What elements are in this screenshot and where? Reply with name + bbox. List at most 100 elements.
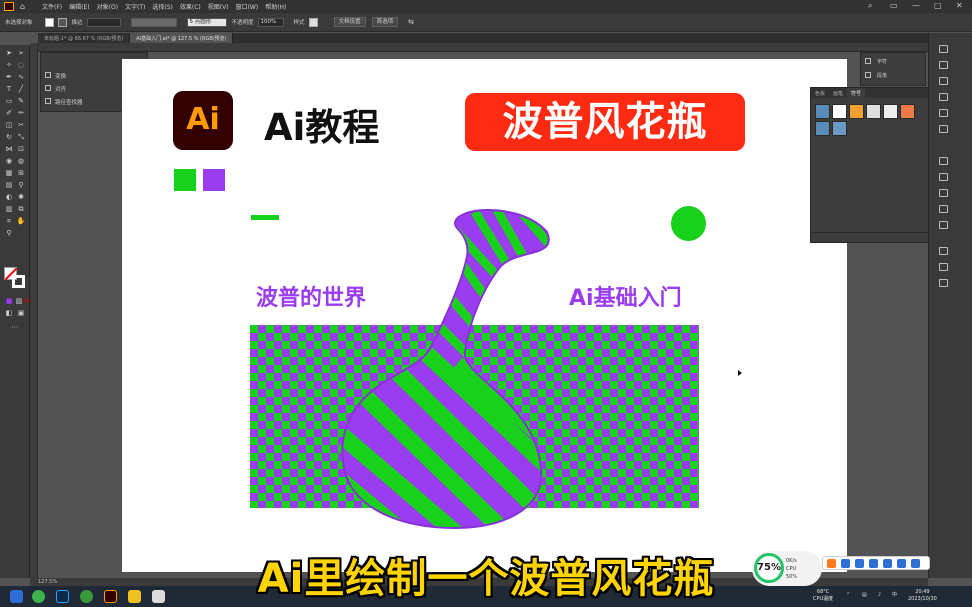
selection-tool-icon[interactable]: ➤: [4, 49, 14, 58]
menu-object[interactable]: 对象(O): [97, 2, 118, 11]
brush-definition-field[interactable]: 5 点圆形: [186, 17, 227, 27]
layout-icon[interactable]: ▭: [890, 1, 898, 10]
arrange-icon[interactable]: ⇆: [408, 18, 414, 26]
eyedropper-tool-icon[interactable]: ⚲: [16, 181, 26, 190]
panel-item-pathfinder[interactable]: 路径查找器: [55, 98, 83, 106]
symbol-thumbnail[interactable]: [815, 121, 830, 136]
properties-icon[interactable]: [939, 45, 948, 53]
scale-tool-icon[interactable]: ⤡: [16, 133, 26, 142]
graph-tool-icon[interactable]: ▥: [4, 205, 14, 214]
close-icon[interactable]: ✕: [956, 1, 963, 10]
document-setup-button[interactable]: 文档设置: [333, 17, 366, 27]
symbol-sprayer-tool-icon[interactable]: ✺: [16, 193, 26, 202]
none-mode-icon[interactable]: ⊘: [24, 297, 30, 306]
layers-icon[interactable]: [939, 61, 948, 69]
stroke-swatch[interactable]: [57, 17, 67, 27]
stroke-color-icon[interactable]: [12, 275, 25, 288]
gradient-tool-icon[interactable]: ▤: [4, 181, 14, 190]
layers-panel-icon[interactable]: [939, 247, 948, 255]
brushes-icon[interactable]: [939, 125, 948, 133]
transparency-icon[interactable]: [939, 189, 948, 197]
menu-view[interactable]: 视图(V): [208, 2, 229, 11]
scissors-tool-icon[interactable]: ✂: [16, 121, 26, 130]
menu-select[interactable]: 选择(S): [152, 2, 173, 11]
mesh-tool-icon[interactable]: ⊞: [16, 169, 26, 178]
pen-tool-icon[interactable]: ✒: [4, 73, 14, 82]
symbol-thumbnail[interactable]: [883, 104, 898, 119]
menu-type[interactable]: 文字(T): [125, 2, 145, 11]
search-icon[interactable]: ⌕: [868, 1, 872, 11]
symbol-thumbnail[interactable]: [832, 104, 847, 119]
gradient-mode-icon[interactable]: ▨: [14, 297, 24, 306]
screen-mode-icon[interactable]: ▣: [16, 309, 26, 318]
symbol-thumbnail[interactable]: [849, 104, 864, 119]
eraser-tool-icon[interactable]: ◫: [4, 121, 14, 130]
graphic-style-swatch[interactable]: [308, 17, 318, 27]
draw-mode-icon[interactable]: ◧: [4, 309, 14, 318]
panel-item-character[interactable]: 字符: [877, 58, 887, 65]
tools-panel: ➤ ➢ ✧ ◌ ✒ ∿ T ╱ ▭ ✎ ✐ ✏ ◫ ✂ ↻ ⤡ ⋈ ⊡ ◉ ◍ …: [0, 45, 30, 578]
tab-brushes[interactable]: 画笔: [829, 88, 847, 98]
stroke-weight-field[interactable]: [86, 17, 121, 27]
menu-effect[interactable]: 效果(C): [180, 2, 201, 11]
symbol-thumbnail[interactable]: [866, 104, 881, 119]
tab-swatches[interactable]: 色板: [811, 88, 829, 98]
panel-item-align[interactable]: 对齐: [55, 85, 66, 93]
asset-export-icon[interactable]: [939, 263, 948, 271]
pencil-tool-icon[interactable]: ✏: [16, 109, 26, 118]
horizontal-ruler[interactable]: [38, 43, 928, 52]
opacity-field[interactable]: 100%: [257, 17, 284, 27]
tab-untitled[interactable]: 未标题-1* @ 66.67 % (RGB/预览): [38, 33, 131, 43]
libraries-icon[interactable]: [939, 77, 948, 85]
symbol-thumbnail[interactable]: [900, 104, 915, 119]
color-mode-icon[interactable]: ■: [4, 297, 14, 306]
shape-builder-tool-icon[interactable]: ◉: [4, 157, 14, 166]
menu-file[interactable]: 文件(F): [42, 2, 62, 11]
home-icon[interactable]: ⌂: [20, 2, 29, 11]
tab-ai-basics[interactable]: Ai基础入门.ai* @ 127.5 % (RGB/预览): [130, 33, 234, 43]
menu-edit[interactable]: 编辑(E): [69, 2, 89, 11]
stroke-icon[interactable]: [939, 157, 948, 165]
gradient-icon[interactable]: [939, 173, 948, 181]
type-tool-icon[interactable]: T: [4, 85, 14, 94]
lasso-tool-icon[interactable]: ◌: [16, 61, 26, 70]
direct-selection-tool-icon[interactable]: ➢: [16, 49, 26, 58]
hand-tool-icon[interactable]: ✋: [16, 217, 26, 226]
width-tool-icon[interactable]: ⋈: [4, 145, 14, 154]
fill-swatch[interactable]: [44, 17, 54, 27]
live-paint-tool-icon[interactable]: ◍: [16, 157, 26, 166]
color-guide-icon[interactable]: [939, 109, 948, 117]
preferences-button[interactable]: 首选项: [371, 17, 399, 27]
variable-width-field[interactable]: [130, 17, 177, 27]
maximize-icon[interactable]: ▢: [934, 1, 942, 10]
artboard[interactable]: Ai Ai教程 波普风花瓶 波普的世界 Ai基础入门: [122, 59, 847, 572]
rectangle-tool-icon[interactable]: ▭: [4, 97, 14, 106]
edit-toolbar-icon[interactable]: ⋯: [10, 323, 20, 332]
vertical-ruler[interactable]: [30, 43, 38, 578]
color-icon[interactable]: [939, 93, 948, 101]
free-transform-tool-icon[interactable]: ⊡: [16, 145, 26, 154]
blend-tool-icon[interactable]: ◐: [4, 193, 14, 202]
paintbrush-tool-icon[interactable]: ✎: [16, 97, 26, 106]
panel-item-transform[interactable]: 变换: [55, 72, 66, 80]
rotate-tool-icon[interactable]: ↻: [4, 133, 14, 142]
menu-window[interactable]: 窗口(W): [236, 2, 259, 11]
perspective-grid-tool-icon[interactable]: ▦: [4, 169, 14, 178]
line-tool-icon[interactable]: ╱: [16, 85, 26, 94]
symbol-thumbnail[interactable]: [815, 104, 830, 119]
artboard-tool-icon[interactable]: ⧉: [16, 205, 26, 214]
transform-icon: [45, 72, 51, 78]
graphic-styles-icon[interactable]: [939, 221, 948, 229]
slice-tool-icon[interactable]: ⌗: [4, 217, 14, 226]
tab-symbols[interactable]: 符号: [847, 88, 866, 98]
magic-wand-tool-icon[interactable]: ✧: [4, 61, 14, 70]
panel-item-paragraph[interactable]: 段落: [877, 72, 887, 79]
minimize-icon[interactable]: —: [912, 1, 920, 10]
symbol-thumbnail[interactable]: [832, 121, 847, 136]
zoom-tool-icon[interactable]: ⚲: [4, 229, 14, 238]
menu-help[interactable]: 帮助(H): [265, 2, 286, 11]
artboards-icon[interactable]: [939, 279, 948, 287]
appearance-icon[interactable]: [939, 205, 948, 213]
curvature-tool-icon[interactable]: ∿: [16, 73, 26, 82]
shaper-tool-icon[interactable]: ✐: [4, 109, 14, 118]
